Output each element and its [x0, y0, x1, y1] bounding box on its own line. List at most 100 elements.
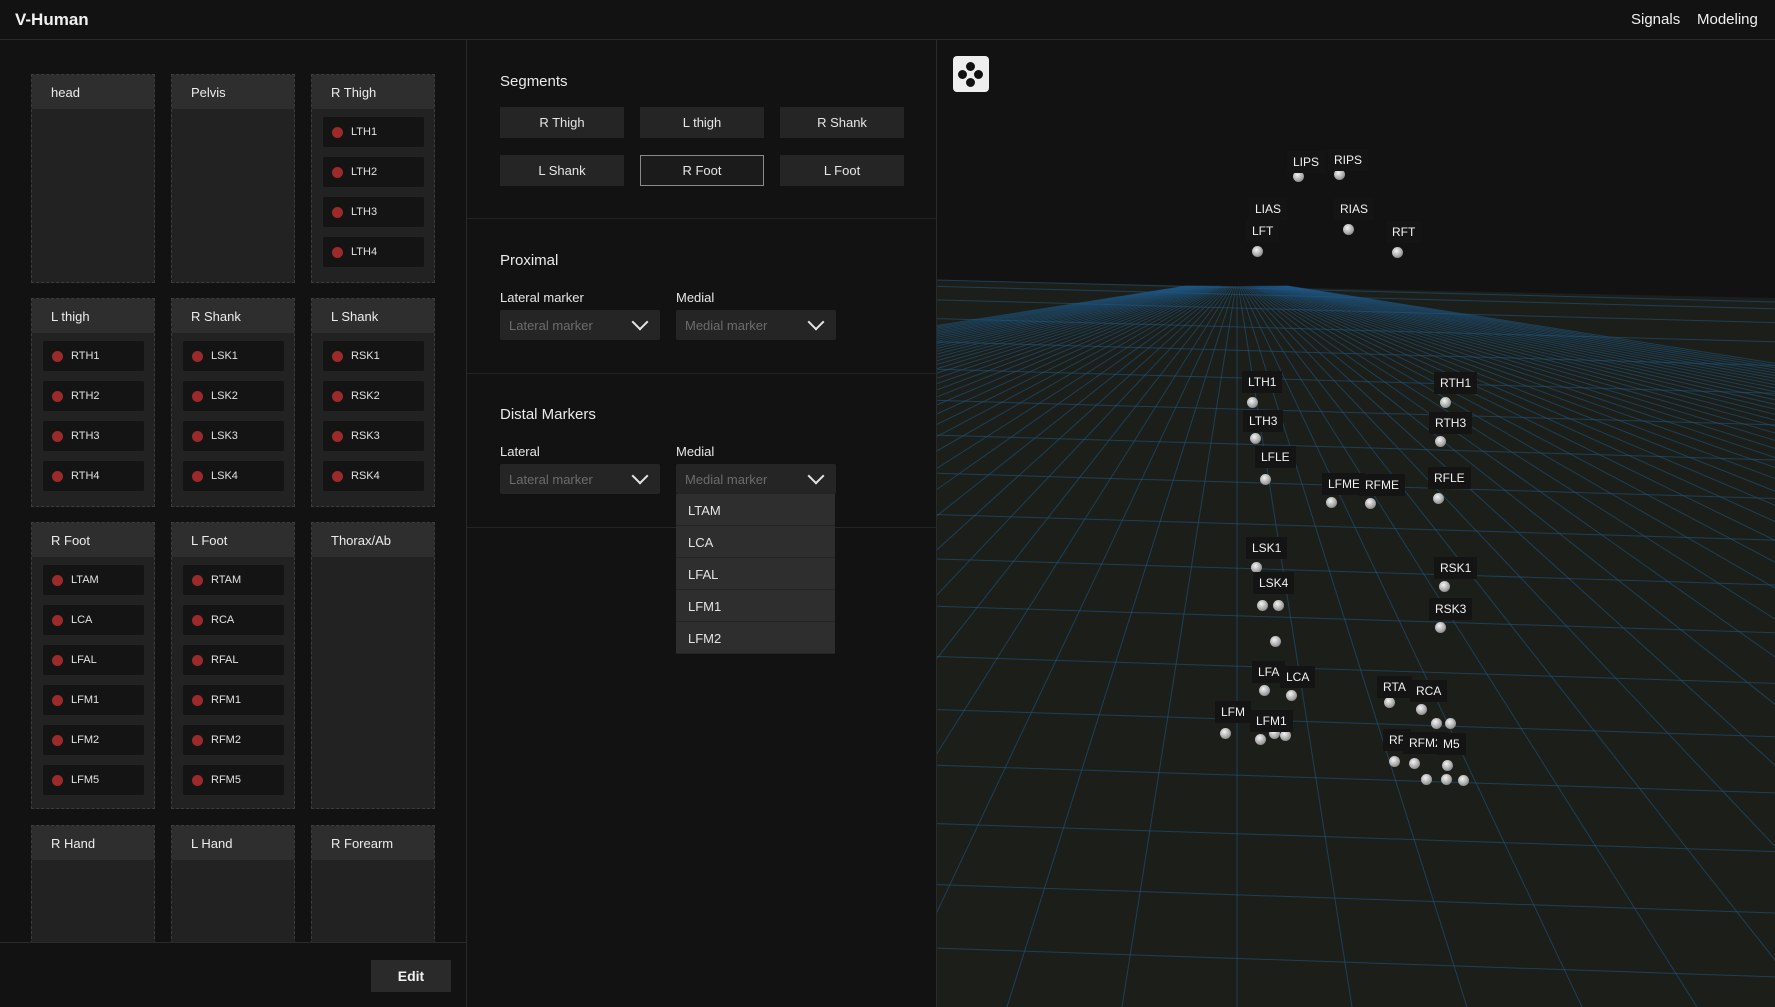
- segment-button[interactable]: R Foot: [640, 155, 764, 186]
- marker-sphere[interactable]: [1365, 498, 1376, 509]
- marker-tag: RSK3: [1429, 598, 1473, 620]
- marker-item[interactable]: RSK3: [323, 421, 424, 451]
- proximal-medial-label: Medial: [676, 290, 715, 305]
- marker-item[interactable]: RSK2: [323, 381, 424, 411]
- marker-item[interactable]: RFM1: [183, 685, 284, 715]
- marker-sphere[interactable]: [1409, 758, 1420, 769]
- marker-item[interactable]: LFM1: [43, 685, 144, 715]
- marker-item[interactable]: LSK3: [183, 421, 284, 451]
- segment-markers-panel: head Pelvis R Thigh LTH1 LTH2 LTH3 LTH4 L thigh…: [0, 40, 467, 1007]
- marker-sphere[interactable]: [1343, 224, 1354, 235]
- marker-sphere[interactable]: [1220, 728, 1231, 739]
- marker-item[interactable]: RTH2: [43, 381, 144, 411]
- segment-card-title: R Shank: [172, 299, 294, 333]
- marker-item[interactable]: LFAL: [43, 645, 144, 675]
- marker-item[interactable]: LTH4: [323, 237, 424, 267]
- marker-sphere[interactable]: [1326, 497, 1337, 508]
- marker-sphere[interactable]: [1440, 397, 1451, 408]
- segment-button[interactable]: R Thigh: [500, 107, 624, 138]
- marker-sphere[interactable]: [1286, 690, 1297, 701]
- proximal-medial-select[interactable]: Medial marker: [676, 310, 836, 340]
- segment-card: L Shank RSK1 RSK2 RSK3 RSK4: [311, 298, 435, 507]
- marker-item[interactable]: LSK1: [183, 341, 284, 371]
- marker-item[interactable]: LFM2: [43, 725, 144, 755]
- marker-sphere[interactable]: [1257, 600, 1268, 611]
- distal-medial-select[interactable]: Medial marker: [676, 464, 836, 494]
- marker-item[interactable]: LTH1: [323, 117, 424, 147]
- marker-label: RTAM: [211, 574, 242, 586]
- marker-label: RSK3: [351, 430, 380, 442]
- marker-sphere[interactable]: [1250, 433, 1261, 444]
- marker-dot-icon: [192, 575, 203, 586]
- marker-item[interactable]: RSK1: [323, 341, 424, 371]
- segment-card-title: L Shank: [312, 299, 434, 333]
- proximal-lateral-select[interactable]: Lateral marker: [500, 310, 660, 340]
- marker-item[interactable]: RTH1: [43, 341, 144, 371]
- marker-sphere[interactable]: [1458, 775, 1469, 786]
- marker-item[interactable]: LTH3: [323, 197, 424, 227]
- 3d-viewport[interactable]: LIPS RIPS LIAS RIAS LFT RFT LTH1 RTH1 LTH3 RTH3 LF…: [937, 40, 1775, 1007]
- marker-sphere[interactable]: [1421, 774, 1432, 785]
- marker-dot-icon: [52, 471, 63, 482]
- dropdown-option[interactable]: LCA: [676, 526, 835, 558]
- marker-sphere[interactable]: [1439, 581, 1450, 592]
- segment-button[interactable]: L Shank: [500, 155, 624, 186]
- marker-sphere[interactable]: [1259, 685, 1270, 696]
- marker-dot-icon: [52, 351, 63, 362]
- dropdown-option[interactable]: LFAL: [676, 558, 835, 590]
- marker-sphere[interactable]: [1273, 600, 1284, 611]
- segment-card: head: [31, 74, 155, 283]
- nav-modeling-link[interactable]: Modeling: [1697, 11, 1758, 28]
- segment-button[interactable]: L Foot: [780, 155, 904, 186]
- chevron-down-icon: [807, 313, 825, 331]
- marker-item[interactable]: LFM5: [43, 765, 144, 795]
- marker-sphere[interactable]: [1252, 246, 1263, 257]
- distal-lateral-select[interactable]: Lateral marker: [500, 464, 660, 494]
- marker-sphere[interactable]: [1431, 718, 1442, 729]
- marker-sphere[interactable]: [1260, 474, 1271, 485]
- view-toggle-button[interactable]: [953, 56, 989, 92]
- marker-item[interactable]: RTH3: [43, 421, 144, 451]
- marker-item[interactable]: LCA: [43, 605, 144, 635]
- marker-sphere[interactable]: [1442, 760, 1453, 771]
- marker-item[interactable]: RFAL: [183, 645, 284, 675]
- marker-tag: RIAS: [1334, 198, 1375, 220]
- dropdown-option[interactable]: LFM1: [676, 590, 835, 622]
- segment-card: R Thigh LTH1 LTH2 LTH3 LTH4: [311, 74, 435, 283]
- chevron-down-icon: [631, 313, 649, 331]
- marker-dot-icon: [52, 575, 63, 586]
- marker-label: RFM2: [211, 734, 241, 746]
- marker-sphere[interactable]: [1445, 718, 1456, 729]
- marker-item[interactable]: RCA: [183, 605, 284, 635]
- marker-sphere[interactable]: [1435, 622, 1446, 633]
- marker-tag: LFLE: [1255, 446, 1296, 468]
- dropdown-option[interactable]: LTAM: [676, 494, 835, 526]
- marker-sphere[interactable]: [1270, 636, 1281, 647]
- marker-item[interactable]: RFM5: [183, 765, 284, 795]
- marker-sphere[interactable]: [1433, 493, 1444, 504]
- proximal-section-title: Proximal: [500, 252, 559, 269]
- edit-button[interactable]: Edit: [371, 960, 451, 992]
- marker-item[interactable]: RSK4: [323, 461, 424, 491]
- marker-item[interactable]: RTH4: [43, 461, 144, 491]
- marker-item[interactable]: LTAM: [43, 565, 144, 595]
- marker-sphere[interactable]: [1441, 774, 1452, 785]
- marker-sphere[interactable]: [1389, 756, 1400, 767]
- dropdown-option[interactable]: LFM2: [676, 622, 835, 654]
- marker-item[interactable]: LSK2: [183, 381, 284, 411]
- marker-sphere[interactable]: [1435, 436, 1446, 447]
- nav-signals-link[interactable]: Signals: [1631, 11, 1680, 28]
- marker-sphere[interactable]: [1416, 704, 1427, 715]
- marker-item[interactable]: RFM2: [183, 725, 284, 755]
- marker-sphere[interactable]: [1392, 247, 1403, 258]
- marker-item[interactable]: RTAM: [183, 565, 284, 595]
- marker-item[interactable]: LSK4: [183, 461, 284, 491]
- segment-button[interactable]: L thigh: [640, 107, 764, 138]
- marker-label: LSK2: [211, 390, 238, 402]
- segment-button[interactable]: R Shank: [780, 107, 904, 138]
- marker-sphere[interactable]: [1247, 397, 1258, 408]
- marker-sphere[interactable]: [1384, 697, 1395, 708]
- marker-item[interactable]: LTH2: [323, 157, 424, 187]
- marker-tag: RTH1: [1434, 372, 1478, 394]
- marker-sphere[interactable]: [1255, 734, 1266, 745]
